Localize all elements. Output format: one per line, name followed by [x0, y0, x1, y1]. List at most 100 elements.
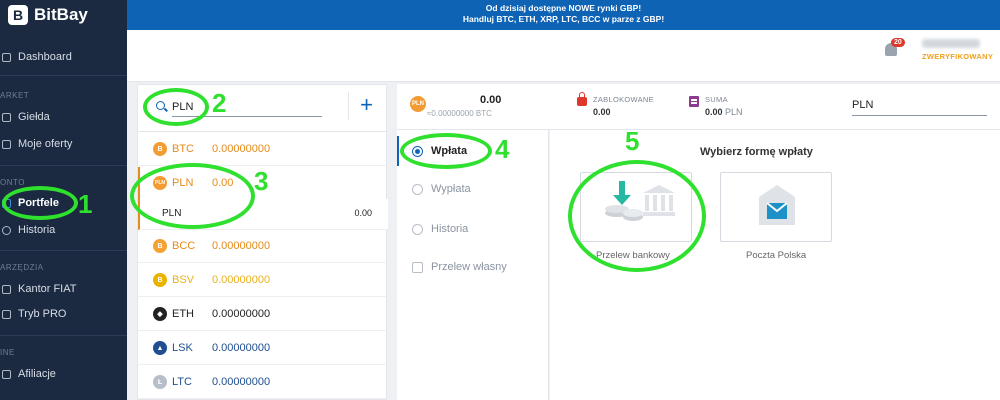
- sum-value: 0.00: [705, 107, 723, 117]
- annotation-ellipse-3: [130, 163, 255, 229]
- bcc-coin-icon: B: [153, 239, 167, 253]
- sidebar-divider: [0, 250, 127, 251]
- wallet-row-ltc[interactable]: Ł LTC 0.00000000: [138, 366, 388, 399]
- wallet-row-eth[interactable]: ◆ ETH 0.00000000: [138, 298, 388, 331]
- sidebar-item-kantor-fiat[interactable]: Kantor FIAT: [2, 283, 76, 295]
- sidebar-item-gielda[interactable]: Giełda: [2, 111, 50, 123]
- tab-wyplata[interactable]: Wypłata: [397, 174, 549, 204]
- coin-balance: 0.00000000: [212, 143, 271, 155]
- polish-post-card[interactable]: [720, 172, 832, 242]
- sidebar-divider: [0, 335, 127, 336]
- sidebar-divider: [0, 165, 127, 166]
- tab-historia[interactable]: Historia: [397, 214, 549, 244]
- sidebar-item-label: Giełda: [18, 111, 50, 123]
- annotation-ellipse-4: [400, 133, 492, 169]
- coin-symbol: BTC: [172, 143, 194, 155]
- bitbay-logo-icon: B: [8, 5, 28, 25]
- top-header: 20 ZWERYFIKOWANY: [127, 30, 1000, 82]
- sum-label: SUMA: [705, 95, 728, 104]
- balance-btc-equivalent: ≈0.00000000 BTC: [427, 109, 492, 118]
- coin-balance: 0.00000000: [212, 240, 271, 252]
- btc-equivalent-value: ≈0.00000000: [427, 109, 474, 118]
- tab-przelew-wlasny[interactable]: Przelew własny: [397, 252, 549, 282]
- annotation-ellipse-2: [143, 88, 209, 126]
- sidebar-item-label: Afiliacje: [18, 368, 56, 380]
- annotation-ellipse-1: [2, 186, 78, 220]
- sidebar-section-inne: INE: [0, 348, 15, 357]
- history-clock-icon: [412, 223, 423, 235]
- sidebar-item-tryb-pro[interactable]: Tryb PRO: [2, 308, 67, 320]
- sidebar-section-konto: ONTO: [0, 178, 25, 187]
- annotation-ellipse-5: [568, 160, 706, 272]
- btc-coin-icon: B: [153, 142, 167, 156]
- sidebar-item-dashboard[interactable]: Dashboard: [2, 51, 72, 63]
- sum-icon: [689, 96, 699, 107]
- lock-icon: [577, 92, 587, 106]
- promo-banner[interactable]: Od dzisiaj dostępne NOWE rynki GBP! Hand…: [127, 0, 1000, 30]
- wallet-row-btc[interactable]: B BTC 0.00000000: [138, 133, 388, 166]
- logo-text: BitBay: [34, 5, 88, 24]
- blocked-label: ZABLOKOWANE: [593, 95, 654, 104]
- coin-balance: 0.00000000: [212, 376, 271, 388]
- sidebar-item-label: Tryb PRO: [18, 308, 67, 320]
- coin-symbol: LSK: [172, 342, 193, 354]
- blocked-value: 0.00: [593, 107, 611, 117]
- annotation-number-4: 4: [495, 134, 510, 164]
- wallet-row-bsv[interactable]: B BSV 0.00000000: [138, 264, 388, 297]
- tab-label: Przelew własny: [431, 261, 507, 273]
- annotation-number-3: 3: [254, 166, 269, 196]
- polish-post-label: Poczta Polska: [746, 250, 807, 261]
- sidebar-section-narzedzia: ARZĘDZIA: [0, 263, 44, 272]
- annotation-number-1: 1: [78, 189, 93, 219]
- logo[interactable]: B BitBay: [8, 5, 88, 25]
- coin-symbol: BSV: [172, 274, 195, 286]
- balance-amount: 0.00: [480, 94, 502, 106]
- add-wallet-button[interactable]: +: [348, 92, 376, 120]
- coin-balance: 0.00000000: [212, 342, 271, 354]
- coin-symbol: LTC: [172, 376, 192, 388]
- sidebar-item-label: Kantor FIAT: [18, 283, 77, 295]
- withdraw-icon: [412, 183, 423, 195]
- sum-unit: PLN: [725, 107, 743, 117]
- coin-balance: 0.00000000: [212, 274, 271, 286]
- username-blurred[interactable]: [922, 39, 980, 48]
- annotation-number-5: 5: [625, 126, 640, 156]
- transfer-icon: [412, 261, 423, 273]
- currency-select[interactable]: PLN: [852, 96, 987, 116]
- pro-mode-icon: [2, 309, 11, 319]
- sidebar-divider: [0, 75, 127, 76]
- affiliate-icon: [2, 369, 11, 379]
- dashboard-icon: [2, 52, 11, 62]
- sum-value-wrap: 0.00 PLN: [705, 107, 743, 117]
- banner-line-1: Od dzisiaj dostępne NOWE rynki GBP!: [485, 3, 642, 13]
- deposit-methods-title: Wybierz formę wpłaty: [700, 146, 813, 158]
- sidebar-item-label: Moje oferty: [18, 138, 73, 150]
- currency-exchange-icon: [2, 284, 11, 294]
- sidebar-item-moje-oferty[interactable]: Moje oferty: [2, 138, 72, 150]
- eth-coin-icon: ◆: [153, 307, 167, 321]
- coin-balance: 0.00000000: [212, 308, 271, 320]
- wallet-row-bcc[interactable]: B BCC 0.00000000: [138, 230, 388, 263]
- tab-label: Historia: [431, 223, 469, 235]
- sidebar-item-label: Historia: [18, 224, 56, 236]
- clock-icon: [2, 225, 11, 235]
- ltc-coin-icon: Ł: [153, 375, 167, 389]
- banner-line-2: Handluj BTC, ETH, XRP, LTC, BCC w parze …: [462, 14, 665, 24]
- sidebar-section-market: ARKET: [0, 91, 30, 100]
- sidebar-item-label: Dashboard: [18, 51, 72, 63]
- subaccount-value: 0.00: [354, 208, 372, 218]
- wallet-summary-bar: PLN 0.00 ≈0.00000000 BTC ZABLOKOWANE 0.0…: [397, 84, 1000, 130]
- btc-equivalent-unit: BTC: [475, 109, 492, 118]
- verified-status: ZWERYFIKOWANY: [922, 52, 994, 61]
- annotation-number-2: 2: [212, 88, 227, 118]
- sidebar-item-historia[interactable]: Historia: [2, 224, 55, 236]
- notification-badge: 20: [891, 38, 905, 47]
- pln-coin-icon: PLN: [410, 96, 426, 112]
- coin-symbol: BCC: [172, 240, 196, 252]
- polish-post-icon: [759, 185, 795, 225]
- wallet-row-lsk[interactable]: ▲ LSK 0.00000000: [138, 332, 388, 365]
- offers-icon: [2, 139, 11, 149]
- lsk-coin-icon: ▲: [153, 341, 167, 355]
- tab-label: Wypłata: [431, 183, 471, 195]
- sidebar-item-afiliacje[interactable]: Afiliacje: [2, 368, 56, 380]
